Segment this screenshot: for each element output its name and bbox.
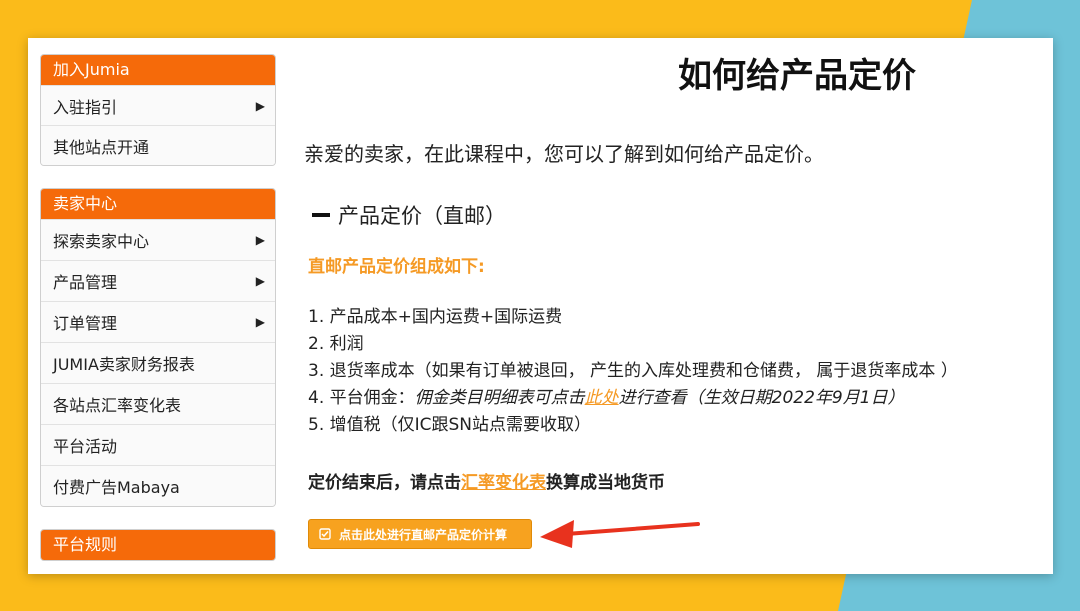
sidebar-item-paid-ads[interactable]: 付费广告Mabaya xyxy=(41,465,275,506)
sidebar-item-exchange-rate[interactable]: 各站点汇率变化表 xyxy=(41,383,275,424)
panel-platform-rules: 平台规则 xyxy=(40,529,276,561)
red-arrow-icon xyxy=(540,520,700,548)
pricing-list: 1. 产品成本+国内运费+国际运费 2. 利润 3. 退货率成本（如果有订单被退… xyxy=(308,304,958,439)
sidebar-item-explore-seller-center[interactable]: 探索卖家中心 ▶ xyxy=(41,219,275,260)
sidebar-item-onboarding-guide[interactable]: 入驻指引 ▶ xyxy=(41,85,275,125)
panel-seller-center: 卖家中心 探索卖家中心 ▶ 产品管理 ▶ 订单管理 ▶ JUMIA卖家财务报表 … xyxy=(40,188,276,507)
panel-join-jumia: 加入Jumia 入驻指引 ▶ 其他站点开通 xyxy=(40,54,276,166)
commission-prefix: 4. 平台佣金： xyxy=(308,388,415,408)
page-title: 如何给产品定价 xyxy=(678,56,916,96)
panel-header: 卖家中心 xyxy=(41,189,275,219)
sidebar-item-platform-events[interactable]: 平台活动 xyxy=(41,424,275,465)
sidebar-item-label: 订单管理 xyxy=(53,314,118,333)
pricing-calculator-label: 点击此处进行直邮产品定价计算 xyxy=(339,527,508,542)
checkbox-icon xyxy=(319,528,331,540)
list-item: 2. 利润 xyxy=(308,334,364,354)
pricing-components-heading: 直邮产品定价组成如下: xyxy=(308,257,485,277)
section-title: 产品定价（直邮） xyxy=(338,204,506,228)
sidebar-item-financial-report[interactable]: JUMIA卖家财务报表 xyxy=(41,342,275,383)
sidebar-item-product-management[interactable]: 产品管理 ▶ xyxy=(41,260,275,301)
panel-header[interactable]: 平台规则 xyxy=(41,530,275,560)
intro-text: 亲爱的卖家，在此课程中，您可以了解到如何给产品定价。 xyxy=(304,142,824,166)
list-item: 5. 增值税（仅IC跟SN站点需要收取） xyxy=(308,415,592,435)
after-pricing-note: 定价结束后，请点击汇率变化表换算成当地货币 xyxy=(308,468,665,493)
sidebar-item-label: 产品管理 xyxy=(53,273,118,292)
minus-icon xyxy=(312,213,330,217)
exchange-rate-link[interactable]: 汇率变化表 xyxy=(461,473,546,493)
sidebar-item-label: 付费广告Mabaya xyxy=(53,478,180,497)
list-item: 3. 退货率成本（如果有订单被退回， 产生的入库处理费和仓储费， 属于退货率成本… xyxy=(308,361,958,381)
commission-note-a: 佣金类目明细表可点击 xyxy=(414,388,585,408)
list-item-commission: 4. 平台佣金：佣金类目明细表可点击此处进行查看（生效日期2022年9月1日） xyxy=(308,385,958,412)
sidebar-item-order-management[interactable]: 订单管理 ▶ xyxy=(41,301,275,342)
sidebar-item-label: 各站点汇率变化表 xyxy=(53,396,182,415)
chevron-right-icon: ▶ xyxy=(255,315,265,329)
sidebar-item-label: 入驻指引 xyxy=(53,97,118,117)
chevron-right-icon: ▶ xyxy=(255,274,265,288)
sidebar-item-label: 平台活动 xyxy=(53,437,118,456)
list-item: 1. 产品成本+国内运费+国际运费 xyxy=(308,307,563,327)
sidebar-item-other-sites[interactable]: 其他站点开通 xyxy=(41,125,275,165)
sidebar: 加入Jumia 入驻指引 ▶ 其他站点开通 卖家中心 探索卖家中心 ▶ 产品管理… xyxy=(40,54,276,561)
content-card: 加入Jumia 入驻指引 ▶ 其他站点开通 卖家中心 探索卖家中心 ▶ 产品管理… xyxy=(28,38,1053,574)
pricing-calculator-button[interactable]: 点击此处进行直邮产品定价计算 xyxy=(308,519,532,549)
sidebar-item-label: JUMIA卖家财务报表 xyxy=(53,355,195,374)
sidebar-item-label: 探索卖家中心 xyxy=(53,232,150,251)
sidebar-item-label: 其他站点开通 xyxy=(53,137,150,157)
commission-table-link[interactable]: 此处 xyxy=(585,388,619,408)
chevron-right-icon: ▶ xyxy=(255,233,265,247)
section-heading: 产品定价（直邮） xyxy=(312,200,506,230)
after-prefix: 定价结束后，请点击 xyxy=(308,473,461,493)
commission-note-b: 进行查看（生效日期2022年9月1日） xyxy=(618,388,905,408)
chevron-right-icon: ▶ xyxy=(255,98,265,113)
panel-header: 加入Jumia xyxy=(41,55,275,85)
after-suffix: 换算成当地货币 xyxy=(546,473,665,493)
